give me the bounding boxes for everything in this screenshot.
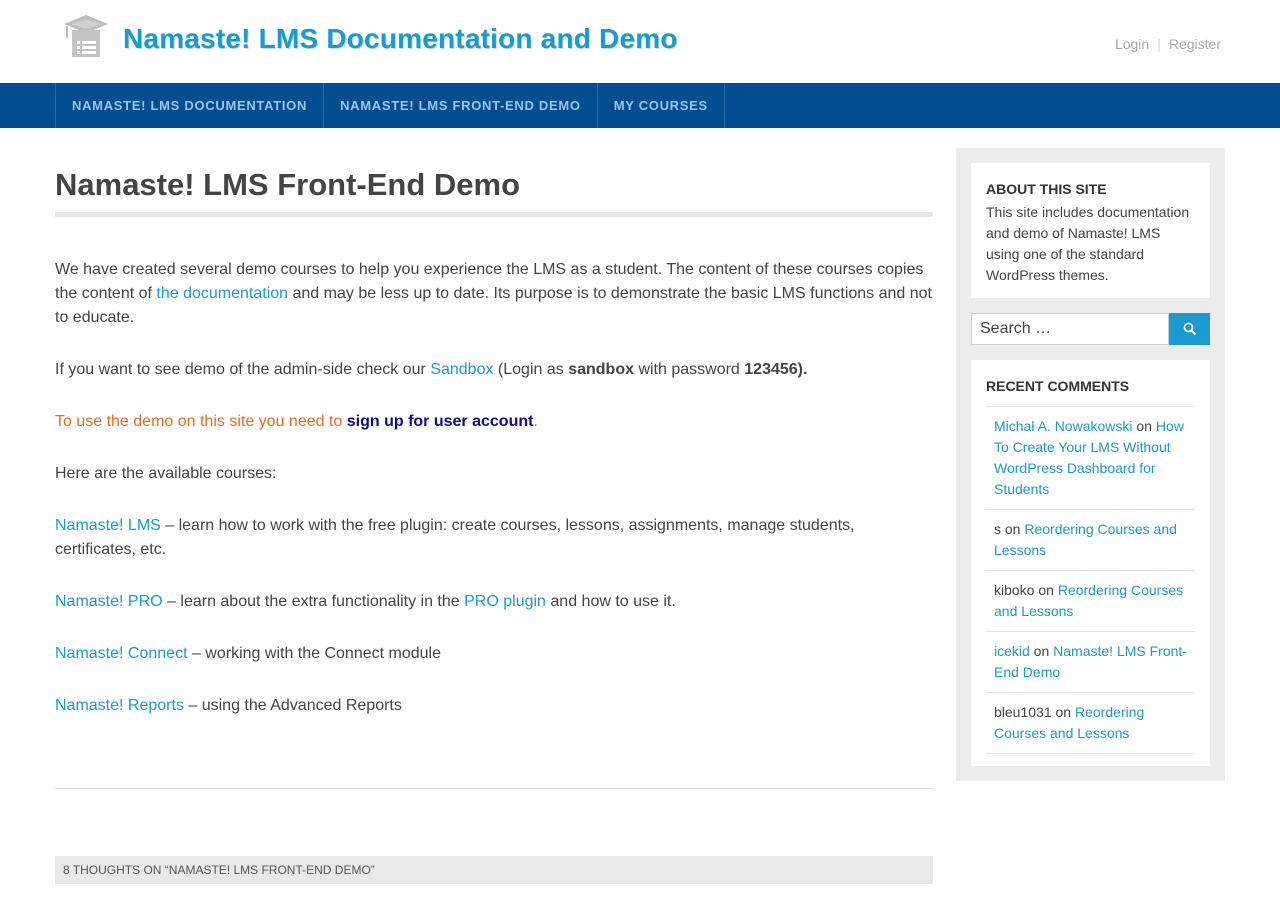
link-separator: | (1157, 36, 1161, 52)
course-item: Namaste! Reports – using the Advanced Re… (55, 694, 933, 718)
signup-notice: To use the demo on this site you need to (55, 413, 347, 430)
sandbox-username: sandbox (568, 361, 634, 378)
account-links: Login | Register (1115, 36, 1221, 52)
page-title: Namaste! LMS Front-End Demo (55, 167, 521, 202)
course-description-end: and how to use it. (545, 593, 676, 610)
course-description: – working with the Connect module (187, 645, 441, 662)
content-divider (55, 788, 933, 789)
register-link[interactable]: Register (1169, 36, 1221, 52)
main-nav: Namaste! LMS Documentation Namaste! LMS … (0, 83, 1280, 128)
list-item: Michał A. Nowakowski on How To Create Yo… (986, 406, 1195, 509)
sandbox-text-password: with password (634, 361, 745, 378)
recent-comments-list: Michał A. Nowakowski on How To Create Yo… (986, 406, 1195, 754)
comment-author: bleu1031 (994, 704, 1052, 720)
recent-comments-widget: Recent Comments Michał A. Nowakowski on … (971, 360, 1210, 766)
comment-on-text: on (1029, 643, 1054, 659)
sidebar: About This Site This site includes docum… (956, 148, 1225, 781)
search-button[interactable] (1169, 313, 1210, 345)
courses-intro: Here are the available courses: (55, 465, 277, 482)
course-link-namaste-connect[interactable]: Namaste! Connect (55, 645, 188, 662)
signup-link[interactable]: sign up for user account (347, 413, 534, 430)
search-input[interactable] (971, 313, 1169, 345)
comment-on-text: on (1051, 704, 1075, 720)
list-item: kiboko on Reordering Courses and Lessons (986, 570, 1195, 631)
comment-author-link[interactable]: icekid (994, 643, 1030, 659)
course-item: Namaste! PRO – learn about the extra fun… (55, 590, 933, 614)
course-link-namaste-pro[interactable]: Namaste! PRO (55, 593, 163, 610)
signup-period: . (533, 413, 538, 430)
course-link-namaste-lms[interactable]: Namaste! LMS (55, 517, 161, 534)
list-item: icekid on Namaste! LMS Front-End Demo (986, 631, 1195, 692)
course-description: – learn about the extra functionality in… (162, 593, 465, 610)
nav-item-documentation[interactable]: Namaste! LMS Documentation (56, 83, 325, 128)
sandbox-password: 123456). (744, 361, 808, 378)
about-widget-text: This site includes documentation and dem… (986, 204, 1190, 283)
about-widget: About This Site This site includes docum… (971, 163, 1210, 298)
pro-plugin-link[interactable]: PRO plugin (464, 593, 546, 610)
nav-item-front-end-demo[interactable]: Namaste! LMS Front-End Demo (324, 83, 598, 128)
list-item: s on Reordering Courses and Lessons (986, 509, 1195, 570)
comments-heading: 8 thoughts on “Namaste! LMS Front-End De… (55, 856, 933, 884)
nav-item-my-courses[interactable]: My Courses (598, 83, 725, 128)
course-item: Namaste! Connect – working with the Conn… (55, 642, 933, 666)
search-form (971, 313, 1210, 345)
comment-author: s (994, 521, 1001, 537)
signup-paragraph: To use the demo on this site you need to… (55, 410, 933, 434)
course-description: – using the Advanced Reports (183, 697, 402, 714)
graduation-cap-icon[interactable] (63, 14, 109, 60)
course-link-namaste-reports[interactable]: Namaste! Reports (55, 697, 184, 714)
sandbox-text: If you want to see demo of the admin-sid… (55, 361, 431, 378)
course-item: Namaste! LMS – learn how to work with th… (55, 514, 933, 562)
site-title[interactable]: Namaste! LMS Documentation and Demo (123, 23, 678, 55)
comment-on-text: on (1132, 418, 1156, 434)
about-widget-title: About This Site (986, 181, 1107, 197)
site-header: Namaste! LMS Documentation and Demo Logi… (0, 0, 1280, 83)
sandbox-paragraph: If you want to see demo of the admin-sid… (55, 358, 933, 382)
main-content: Namaste! LMS Front-End Demo We have crea… (55, 148, 933, 884)
login-link[interactable]: Login (1115, 36, 1149, 52)
list-item: bleu1031 on Reordering Courses and Lesso… (986, 692, 1195, 754)
comment-on-text: on (1034, 582, 1058, 598)
comment-on-text: on (1001, 521, 1025, 537)
comment-author: kiboko (994, 582, 1035, 598)
sandbox-text-login: (Login as (493, 361, 569, 378)
comment-author-link[interactable]: Michał A. Nowakowski (994, 418, 1133, 434)
documentation-link[interactable]: the documentation (156, 285, 288, 302)
entry-content: We have created several demo courses to … (55, 258, 933, 718)
search-icon (1183, 322, 1196, 336)
title-divider (55, 212, 933, 217)
intro-paragraph: We have created several demo courses to … (55, 258, 933, 330)
course-description: – learn how to work with the free plugin… (55, 517, 855, 558)
sandbox-link[interactable]: Sandbox (430, 361, 493, 378)
recent-comments-title: Recent Comments (986, 378, 1130, 394)
